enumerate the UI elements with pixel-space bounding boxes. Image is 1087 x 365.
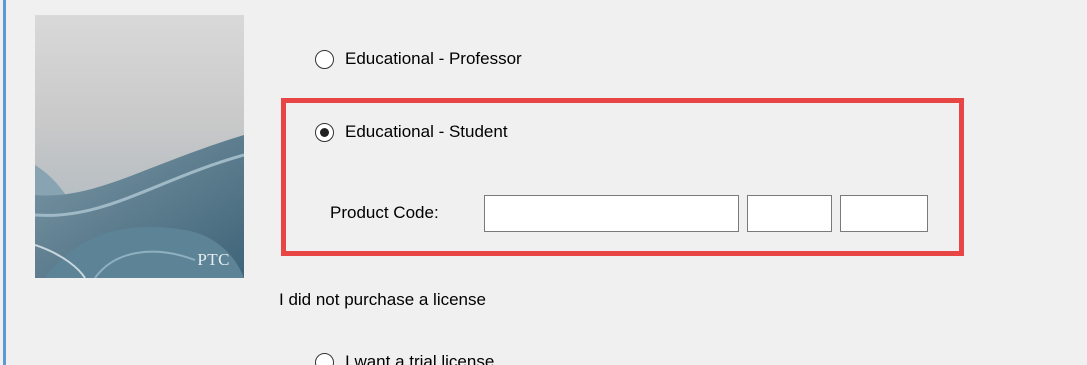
product-code-label: Product Code: <box>330 203 439 222</box>
radio-student-label: Educational - Student <box>345 122 508 141</box>
product-code-field-1[interactable] <box>484 195 739 232</box>
product-code-field-2[interactable] <box>747 195 832 232</box>
radio-educational-student[interactable]: Educational - Student <box>315 122 508 142</box>
ptc-logo: PTC <box>197 250 230 269</box>
radio-professor-indicator[interactable] <box>315 49 334 69</box>
radio-selected-dot <box>320 127 329 137</box>
no-license-heading: I did not purchase a license <box>279 290 486 309</box>
license-dialog: PTC Educational - Professor Educational … <box>0 0 1087 365</box>
radio-trial-indicator[interactable] <box>315 352 334 365</box>
ptc-banner-image: PTC <box>35 15 244 278</box>
radio-educational-professor[interactable]: Educational - Professor <box>315 49 522 69</box>
product-code-field-3[interactable] <box>840 195 928 232</box>
banner-wave-graphic <box>35 135 244 278</box>
radio-trial-label: I want a trial license <box>345 352 495 365</box>
radio-professor-label: Educational - Professor <box>345 49 522 68</box>
radio-trial-license[interactable]: I want a trial license <box>315 352 494 365</box>
window-left-border <box>0 0 6 365</box>
radio-student-indicator[interactable] <box>315 122 334 142</box>
